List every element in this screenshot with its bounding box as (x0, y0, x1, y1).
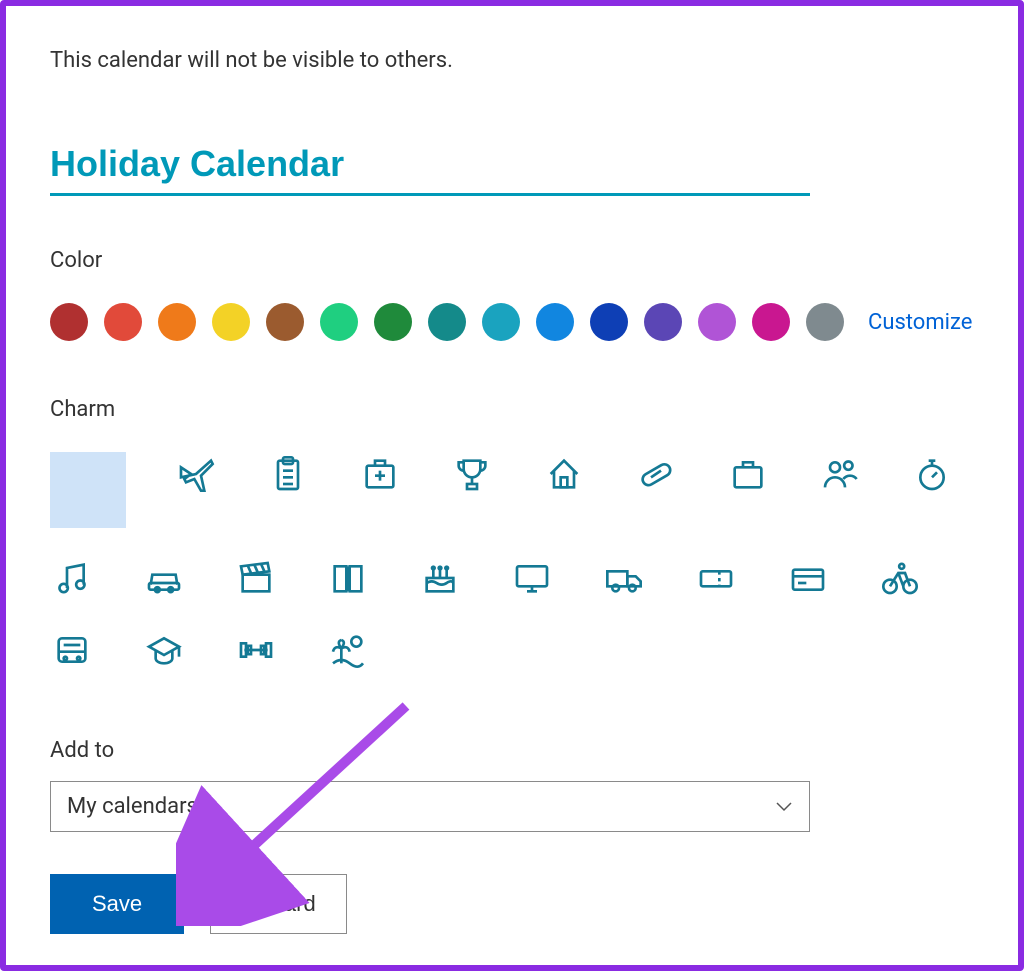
charm-home-icon[interactable] (542, 452, 586, 496)
charm-clapper-icon[interactable] (234, 556, 278, 600)
charm-briefcase-icon[interactable] (726, 452, 770, 496)
charm-car-icon[interactable] (142, 556, 186, 600)
color-swatch-10[interactable] (590, 303, 628, 341)
addto-selected-value: My calendars (67, 794, 198, 819)
color-swatch-0[interactable] (50, 303, 88, 341)
save-button[interactable]: Save (50, 874, 184, 934)
color-swatch-7[interactable] (428, 303, 466, 341)
discard-button[interactable]: Discard (210, 874, 347, 934)
color-swatch-13[interactable] (752, 303, 790, 341)
customize-color-link[interactable]: Customize (868, 310, 972, 335)
charm-airplane-icon[interactable] (174, 452, 218, 496)
charm-graduation-icon[interactable] (142, 628, 186, 672)
charm-cake-icon[interactable] (418, 556, 462, 600)
color-swatch-1[interactable] (104, 303, 142, 341)
color-swatch-9[interactable] (536, 303, 574, 341)
charm-bicycle-icon[interactable] (878, 556, 922, 600)
charm-dumbbell-icon[interactable] (234, 628, 278, 672)
charm-pill-icon[interactable] (634, 452, 678, 496)
color-swatch-4[interactable] (266, 303, 304, 341)
color-swatch-12[interactable] (698, 303, 736, 341)
color-swatch-11[interactable] (644, 303, 682, 341)
charm-label: Charm (50, 397, 974, 422)
color-swatch-6[interactable] (374, 303, 412, 341)
charm-vacation-icon[interactable] (326, 628, 370, 672)
addto-select[interactable]: My calendars (50, 781, 810, 832)
charm-music-icon[interactable] (50, 556, 94, 600)
charm-stopwatch-icon[interactable] (910, 452, 954, 496)
charm-monitor-icon[interactable] (510, 556, 554, 600)
charm-people-icon[interactable] (818, 452, 862, 496)
visibility-info: This calendar will not be visible to oth… (50, 48, 974, 73)
charm-clipboard-icon[interactable] (266, 452, 310, 496)
charm-bus-icon[interactable] (50, 628, 94, 672)
charm-trophy-icon[interactable] (450, 452, 494, 496)
color-swatch-8[interactable] (482, 303, 520, 341)
charm-grid (50, 452, 990, 672)
charm-truck-icon[interactable] (602, 556, 646, 600)
color-swatch-2[interactable] (158, 303, 196, 341)
action-buttons: Save Discard (50, 874, 974, 934)
color-label: Color (50, 248, 974, 273)
color-swatch-5[interactable] (320, 303, 358, 341)
calendar-name-input[interactable] (50, 143, 810, 196)
charm-ticket-icon[interactable] (694, 556, 738, 600)
color-swatch-row: Customize (50, 303, 974, 341)
charm-first-aid-icon[interactable] (358, 452, 402, 496)
charm-credit-card-icon[interactable] (786, 556, 830, 600)
color-swatch-3[interactable] (212, 303, 250, 341)
addto-label: Add to (50, 738, 974, 763)
charm-none[interactable] (50, 452, 126, 528)
charm-book-icon[interactable] (326, 556, 370, 600)
chevron-down-icon (775, 801, 793, 813)
calendar-create-panel: This calendar will not be visible to oth… (0, 0, 1024, 971)
color-swatch-14[interactable] (806, 303, 844, 341)
